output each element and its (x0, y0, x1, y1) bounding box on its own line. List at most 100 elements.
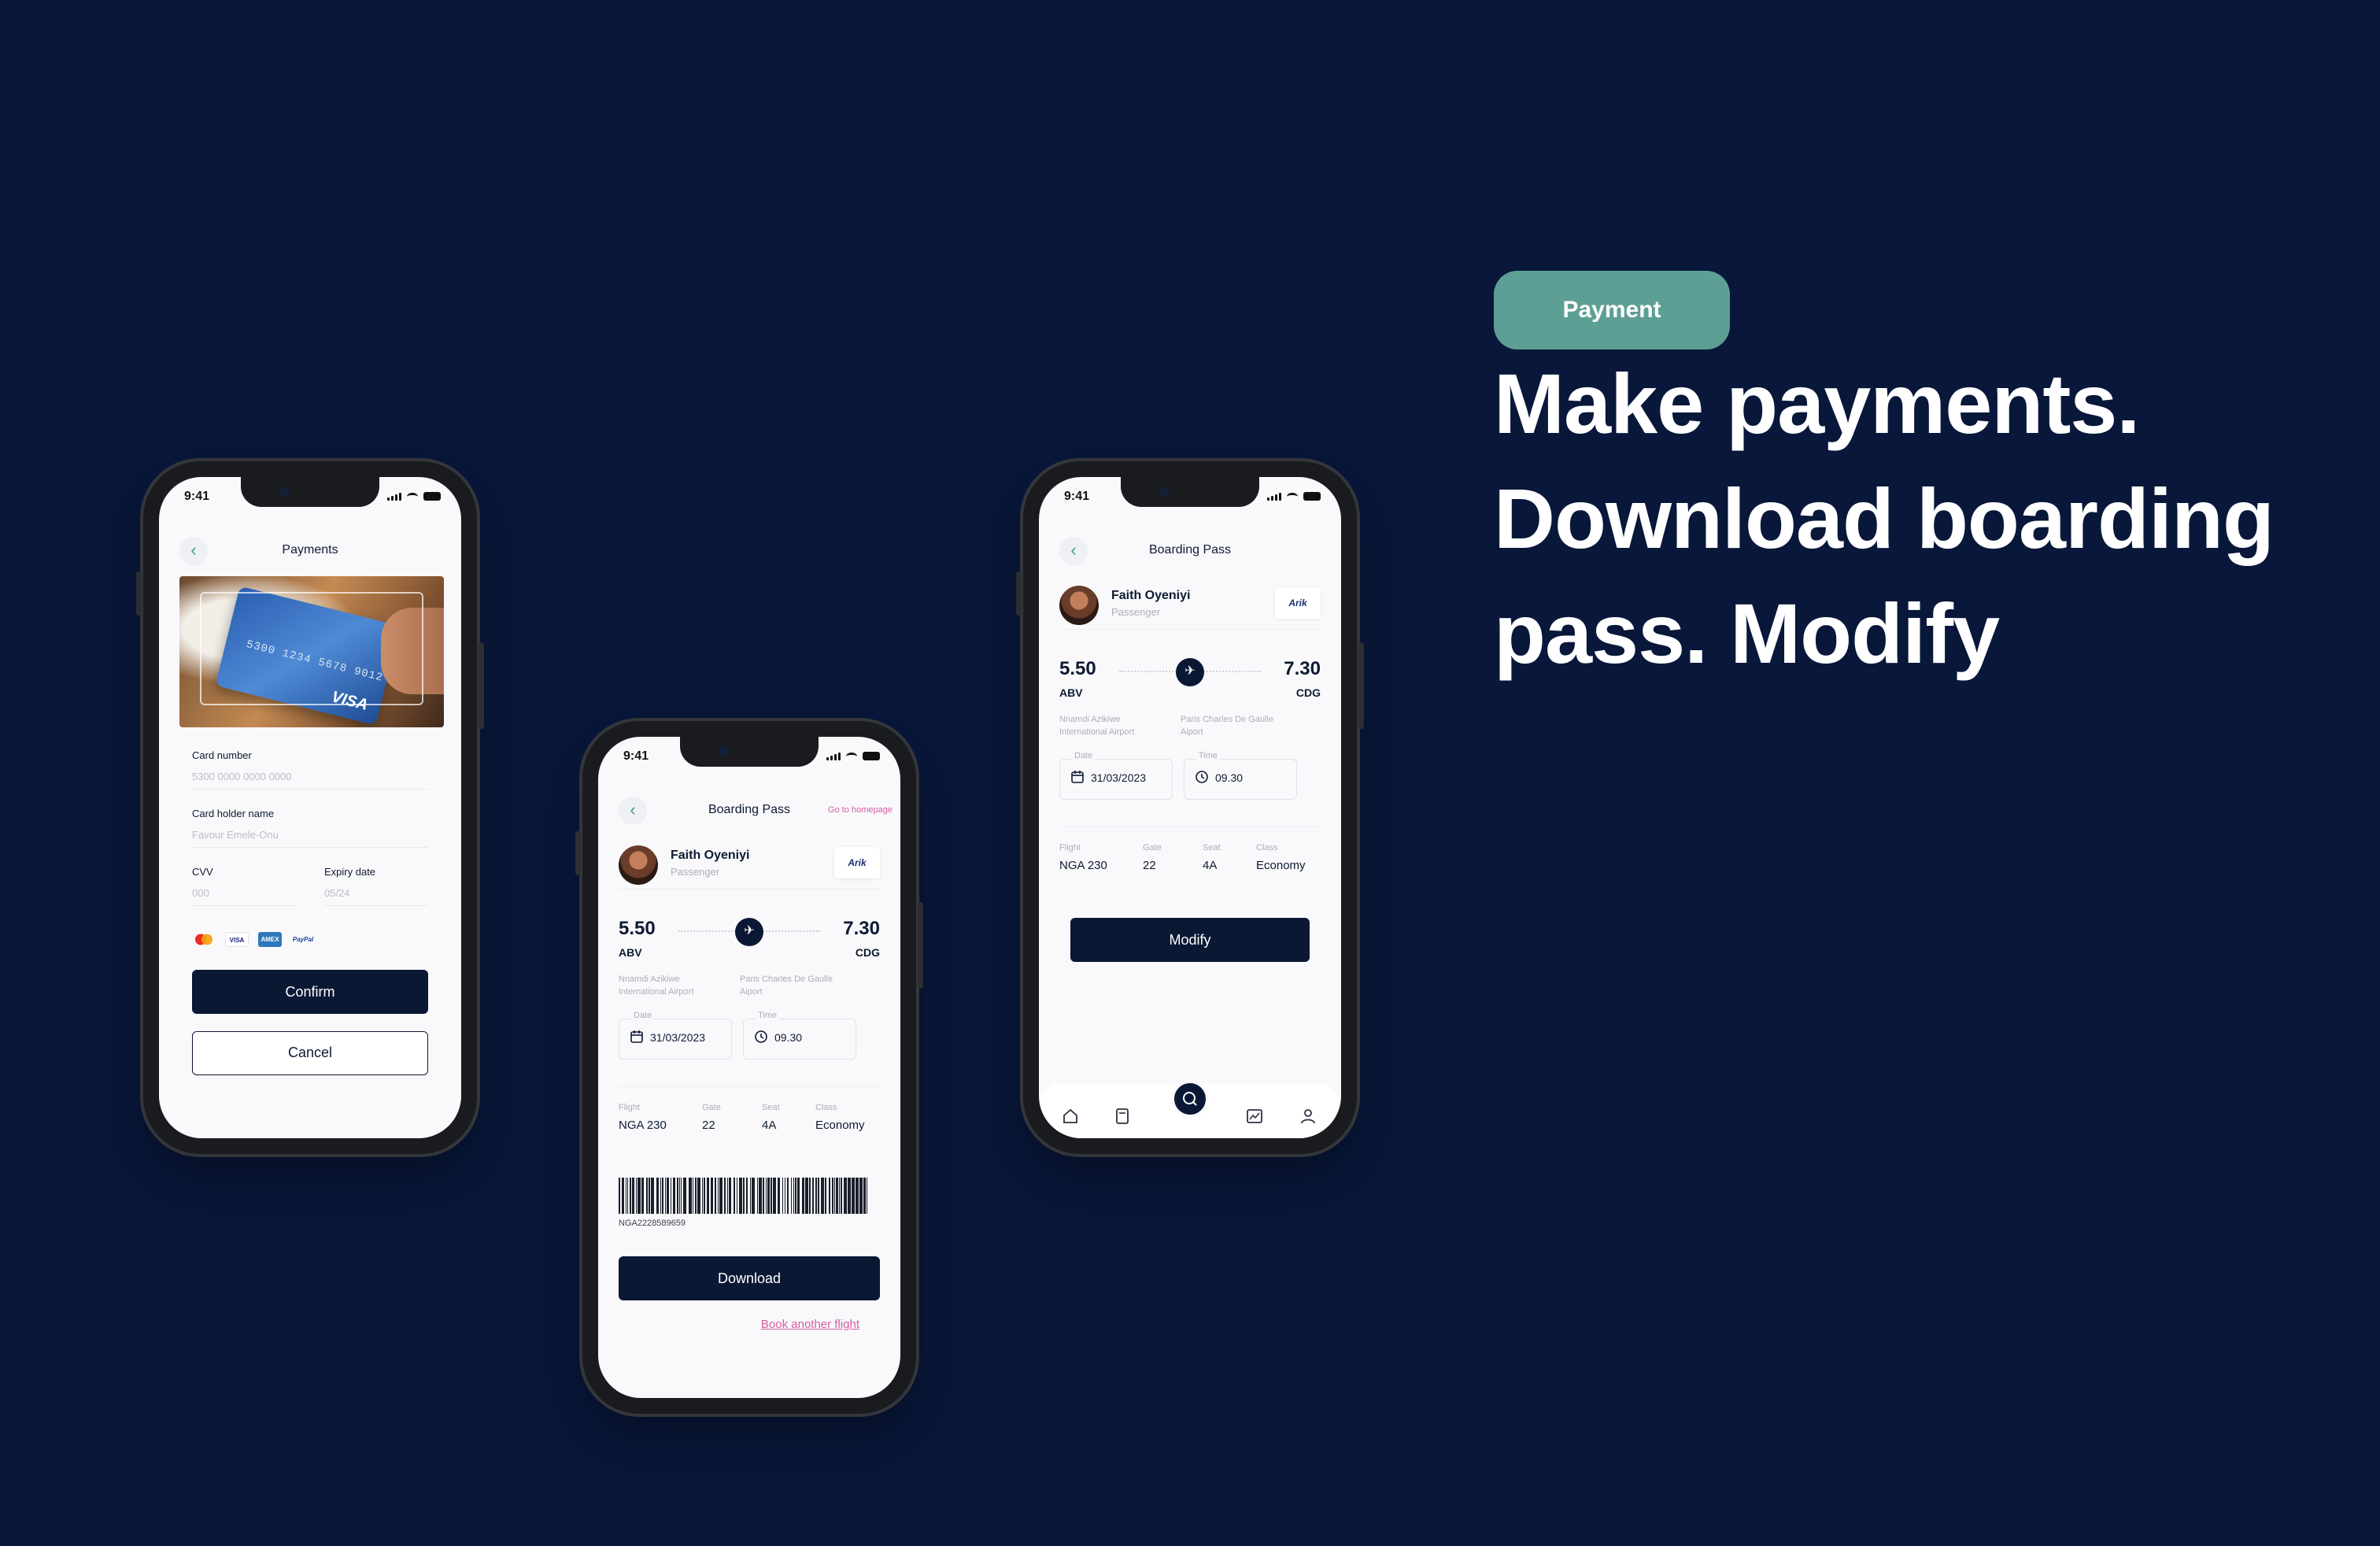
expiry-input[interactable]: 05/24 (324, 887, 428, 906)
airline-logo: Arik (1275, 587, 1321, 619)
boarding-download-screen: 9:41 ‹ Boarding Pass Go to homepage Fait… (598, 737, 900, 1398)
user-icon[interactable] (1299, 1107, 1318, 1126)
download-button[interactable]: Download (619, 1256, 880, 1300)
cancel-button[interactable]: Cancel (192, 1031, 428, 1075)
cellular-signal-icon (1267, 493, 1281, 501)
cvv-field: CVV 000 (192, 866, 294, 906)
passenger-role: Passenger (1111, 606, 1161, 618)
home-icon[interactable] (1061, 1107, 1080, 1126)
departure-code: ABV (619, 946, 642, 959)
class-detail: Class Economy (1256, 843, 1306, 872)
flight-detail: Flight NGA 230 (1059, 843, 1107, 872)
status-time: 9:41 (184, 490, 210, 503)
avatar (619, 845, 658, 885)
arrival-airport: Paris Charles De Gaulle Aiport (1181, 715, 1273, 737)
time-value: 09.30 (1215, 771, 1244, 784)
date-value: 31/03/2023 (650, 1031, 706, 1044)
departure-time: 5.50 (1059, 658, 1096, 679)
flight-route: 5.50 ABV Nnamdi Azikiwe International Ai… (619, 918, 880, 1012)
flight-details: Flight NGA 230 Gate 22 Seat 4A Class Economy (619, 1086, 880, 1141)
cvv-input[interactable]: 000 (192, 887, 294, 906)
go-to-homepage-link[interactable]: Go to homepage (828, 805, 893, 815)
boarding-modify-screen: 9:41 ‹ Boarding Pass Faith Oyeniyi Passe… (1039, 477, 1341, 1138)
gate-detail: Gate 22 (702, 1103, 721, 1132)
expiry-field: Expiry date 05/24 (324, 866, 428, 906)
flight-details: Flight NGA 230 Gate 22 Seat 4A Class Economy (1059, 827, 1321, 882)
battery-icon (1303, 492, 1321, 501)
passenger-row: Faith Oyeniyi Passenger Arik (619, 844, 880, 890)
boarding-modify-phone: 9:41 ‹ Boarding Pass Faith Oyeniyi Passe… (1016, 461, 1364, 1154)
battery-icon (863, 752, 880, 760)
headline: Make payments. Download boarding pass. M… (1494, 356, 2275, 681)
card-scan-image: 5300 1234 5678 9012 VISA (179, 576, 444, 727)
search-icon (1183, 1092, 1197, 1106)
battery-icon (423, 492, 441, 501)
passenger-name: Faith Oyeniyi (1111, 589, 1191, 602)
paypal-icon[interactable]: PayPal (291, 932, 315, 947)
plane-icon: ✈ (1176, 658, 1204, 686)
card-number-field: Card number 5300 0000 0000 0000 (192, 749, 428, 790)
class-detail: Class Economy (815, 1103, 865, 1132)
visa-icon[interactable]: VISA (225, 932, 249, 947)
barcode-number: NGA2228589659 (619, 1219, 686, 1228)
arrival-airport: Paris Charles De Gaulle Aiport (740, 975, 833, 997)
page-title: Payments (282, 543, 338, 557)
arrival-time: 7.30 (1284, 658, 1321, 679)
status-time: 9:41 (1064, 490, 1090, 503)
confirm-button[interactable]: Confirm (192, 970, 428, 1014)
payment-brands: VISA AMEX PayPal (192, 932, 315, 947)
date-value: 31/03/2023 (1091, 771, 1147, 784)
passenger-role: Passenger (671, 866, 720, 878)
status-time: 9:41 (623, 749, 649, 763)
avatar (1059, 586, 1099, 625)
header: ‹ Payments (159, 537, 461, 568)
arrival-time: 7.30 (843, 918, 880, 939)
time-field: Time 09.30 (1184, 751, 1297, 800)
payment-screen: 9:41 ‹ Payments 5300 1234 5678 9012 VISA… (159, 477, 461, 1138)
time-value: 09.30 (774, 1031, 803, 1044)
wifi-icon (1287, 493, 1298, 501)
passenger-name: Faith Oyeniyi (671, 849, 750, 862)
wifi-icon (846, 753, 857, 760)
boarding-download-phone: 9:41 ‹ Boarding Pass Go to homepage Fait… (575, 721, 923, 1414)
seat-detail: Seat 4A (1203, 843, 1221, 872)
payment-phone: 9:41 ‹ Payments 5300 1234 5678 9012 VISA… (136, 461, 484, 1154)
departure-code: ABV (1059, 686, 1083, 699)
mastercard-icon[interactable] (192, 932, 216, 947)
ticket-icon[interactable] (1113, 1107, 1132, 1126)
departure-time: 5.50 (619, 918, 656, 939)
clock-icon (1196, 771, 1208, 783)
cellular-signal-icon (387, 493, 401, 501)
calendar-icon (630, 1030, 643, 1043)
calendar-icon (1071, 771, 1084, 783)
cellular-signal-icon (826, 753, 841, 760)
departure-airport: Nnamdi Azikiwe International Airport (619, 975, 694, 997)
search-button[interactable] (1171, 1080, 1209, 1118)
arrival-code: CDG (1295, 686, 1321, 699)
arrival-code: CDG (855, 946, 880, 959)
bottom-nav (1039, 1080, 1341, 1138)
book-another-flight-link[interactable]: Book another flight (761, 1318, 859, 1331)
phone-notch (1121, 477, 1259, 507)
card-holder-field: Card holder name Favour Emele-Onu (192, 808, 428, 848)
flight-detail: Flight NGA 230 (619, 1103, 667, 1132)
card-number-input[interactable]: 5300 0000 0000 0000 (192, 771, 428, 790)
phone-notch (680, 737, 819, 767)
barcode (619, 1178, 867, 1214)
amex-icon[interactable]: AMEX (258, 932, 282, 947)
modify-button[interactable]: Modify (1070, 918, 1310, 962)
header: ‹ Boarding Pass (1039, 537, 1341, 568)
seat-detail: Seat 4A (762, 1103, 780, 1132)
clock-icon (755, 1030, 767, 1043)
wifi-icon (407, 493, 418, 501)
gate-detail: Gate 22 (1143, 843, 1162, 872)
departure-airport: Nnamdi Azikiwe International Airport (1059, 715, 1135, 737)
section-badge: Payment (1494, 271, 1730, 350)
date-field: Date 31/03/2023 (1059, 751, 1173, 800)
plane-icon: ✈ (735, 918, 763, 946)
chart-icon[interactable] (1245, 1107, 1264, 1126)
card-holder-input[interactable]: Favour Emele-Onu (192, 829, 428, 848)
passenger-row: Faith Oyeniyi Passenger Arik (1059, 584, 1321, 630)
page-title: Boarding Pass (1148, 543, 1232, 557)
airline-logo: Arik (834, 847, 880, 878)
